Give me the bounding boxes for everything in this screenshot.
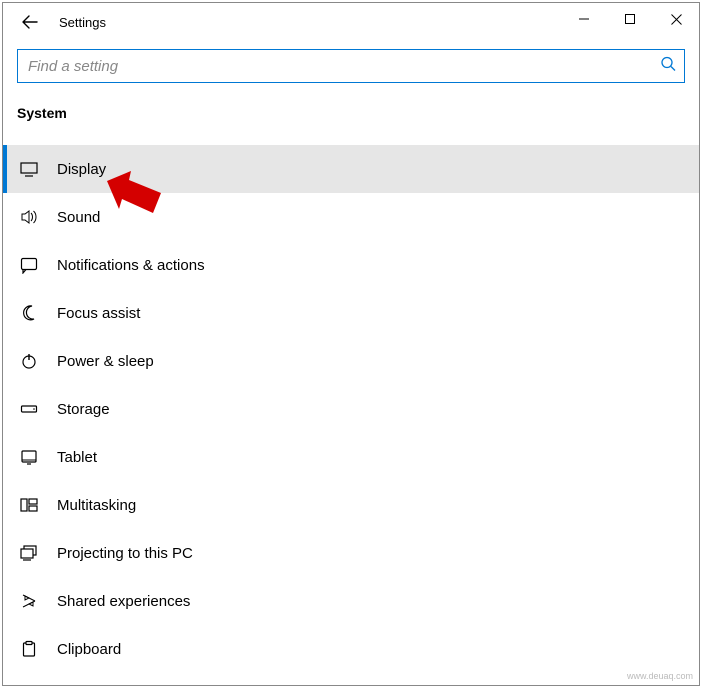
nav-item-label: Focus assist <box>57 305 140 322</box>
projecting-icon <box>19 543 39 563</box>
nav-item-label: Sound <box>57 209 100 226</box>
shared-experiences-icon <box>19 591 39 611</box>
watermark: www.deuaq.com <box>627 671 693 681</box>
nav-item-label: Storage <box>57 401 110 418</box>
nav-item-clipboard[interactable]: Clipboard <box>3 625 699 673</box>
section-heading: System <box>3 99 699 133</box>
nav-item-display[interactable]: Display <box>3 145 699 193</box>
nav-item-label: Shared experiences <box>57 593 190 610</box>
close-button[interactable] <box>653 3 699 35</box>
nav-item-projecting-to-this-pc[interactable]: Projecting to this PC <box>3 529 699 577</box>
tablet-icon <box>19 447 39 467</box>
nav-item-label: Multitasking <box>57 497 136 514</box>
search-icon <box>660 56 676 77</box>
focus-assist-icon <box>19 303 39 323</box>
nav-item-label: Notifications & actions <box>57 257 205 274</box>
power-icon <box>19 351 39 371</box>
nav-item-sound[interactable]: Sound <box>3 193 699 241</box>
nav-item-multitasking[interactable]: Multitasking <box>3 481 699 529</box>
minimize-icon <box>579 14 589 24</box>
back-button[interactable] <box>9 3 51 41</box>
nav-item-label: Tablet <box>57 449 97 466</box>
titlebar: Settings <box>3 3 699 41</box>
maximize-icon <box>625 14 635 24</box>
sound-icon <box>19 207 39 227</box>
nav-item-label: Clipboard <box>57 641 121 658</box>
nav-item-power-sleep[interactable]: Power & sleep <box>3 337 699 385</box>
minimize-button[interactable] <box>561 3 607 35</box>
nav-list: Display Sound Notifications & actions Focus… <box>3 145 699 673</box>
clipboard-icon <box>19 639 39 659</box>
nav-item-label: Display <box>57 161 106 178</box>
multitasking-icon <box>19 495 39 515</box>
search-container <box>3 41 699 99</box>
nav-item-focus-assist[interactable]: Focus assist <box>3 289 699 337</box>
window-title: Settings <box>59 15 106 30</box>
search-input[interactable] <box>18 50 644 82</box>
search-box[interactable] <box>17 49 685 83</box>
settings-window: Settings System Display Sound Notification… <box>2 2 700 686</box>
notifications-icon <box>19 255 39 275</box>
nav-item-tablet[interactable]: Tablet <box>3 433 699 481</box>
storage-icon <box>19 399 39 419</box>
nav-item-notifications-actions[interactable]: Notifications & actions <box>3 241 699 289</box>
nav-item-storage[interactable]: Storage <box>3 385 699 433</box>
close-icon <box>671 14 682 25</box>
nav-item-shared-experiences[interactable]: Shared experiences <box>3 577 699 625</box>
window-controls <box>561 3 699 35</box>
back-arrow-icon <box>21 13 39 31</box>
maximize-button[interactable] <box>607 3 653 35</box>
nav-item-label: Power & sleep <box>57 353 154 370</box>
nav-item-label: Projecting to this PC <box>57 545 193 562</box>
display-icon <box>19 159 39 179</box>
